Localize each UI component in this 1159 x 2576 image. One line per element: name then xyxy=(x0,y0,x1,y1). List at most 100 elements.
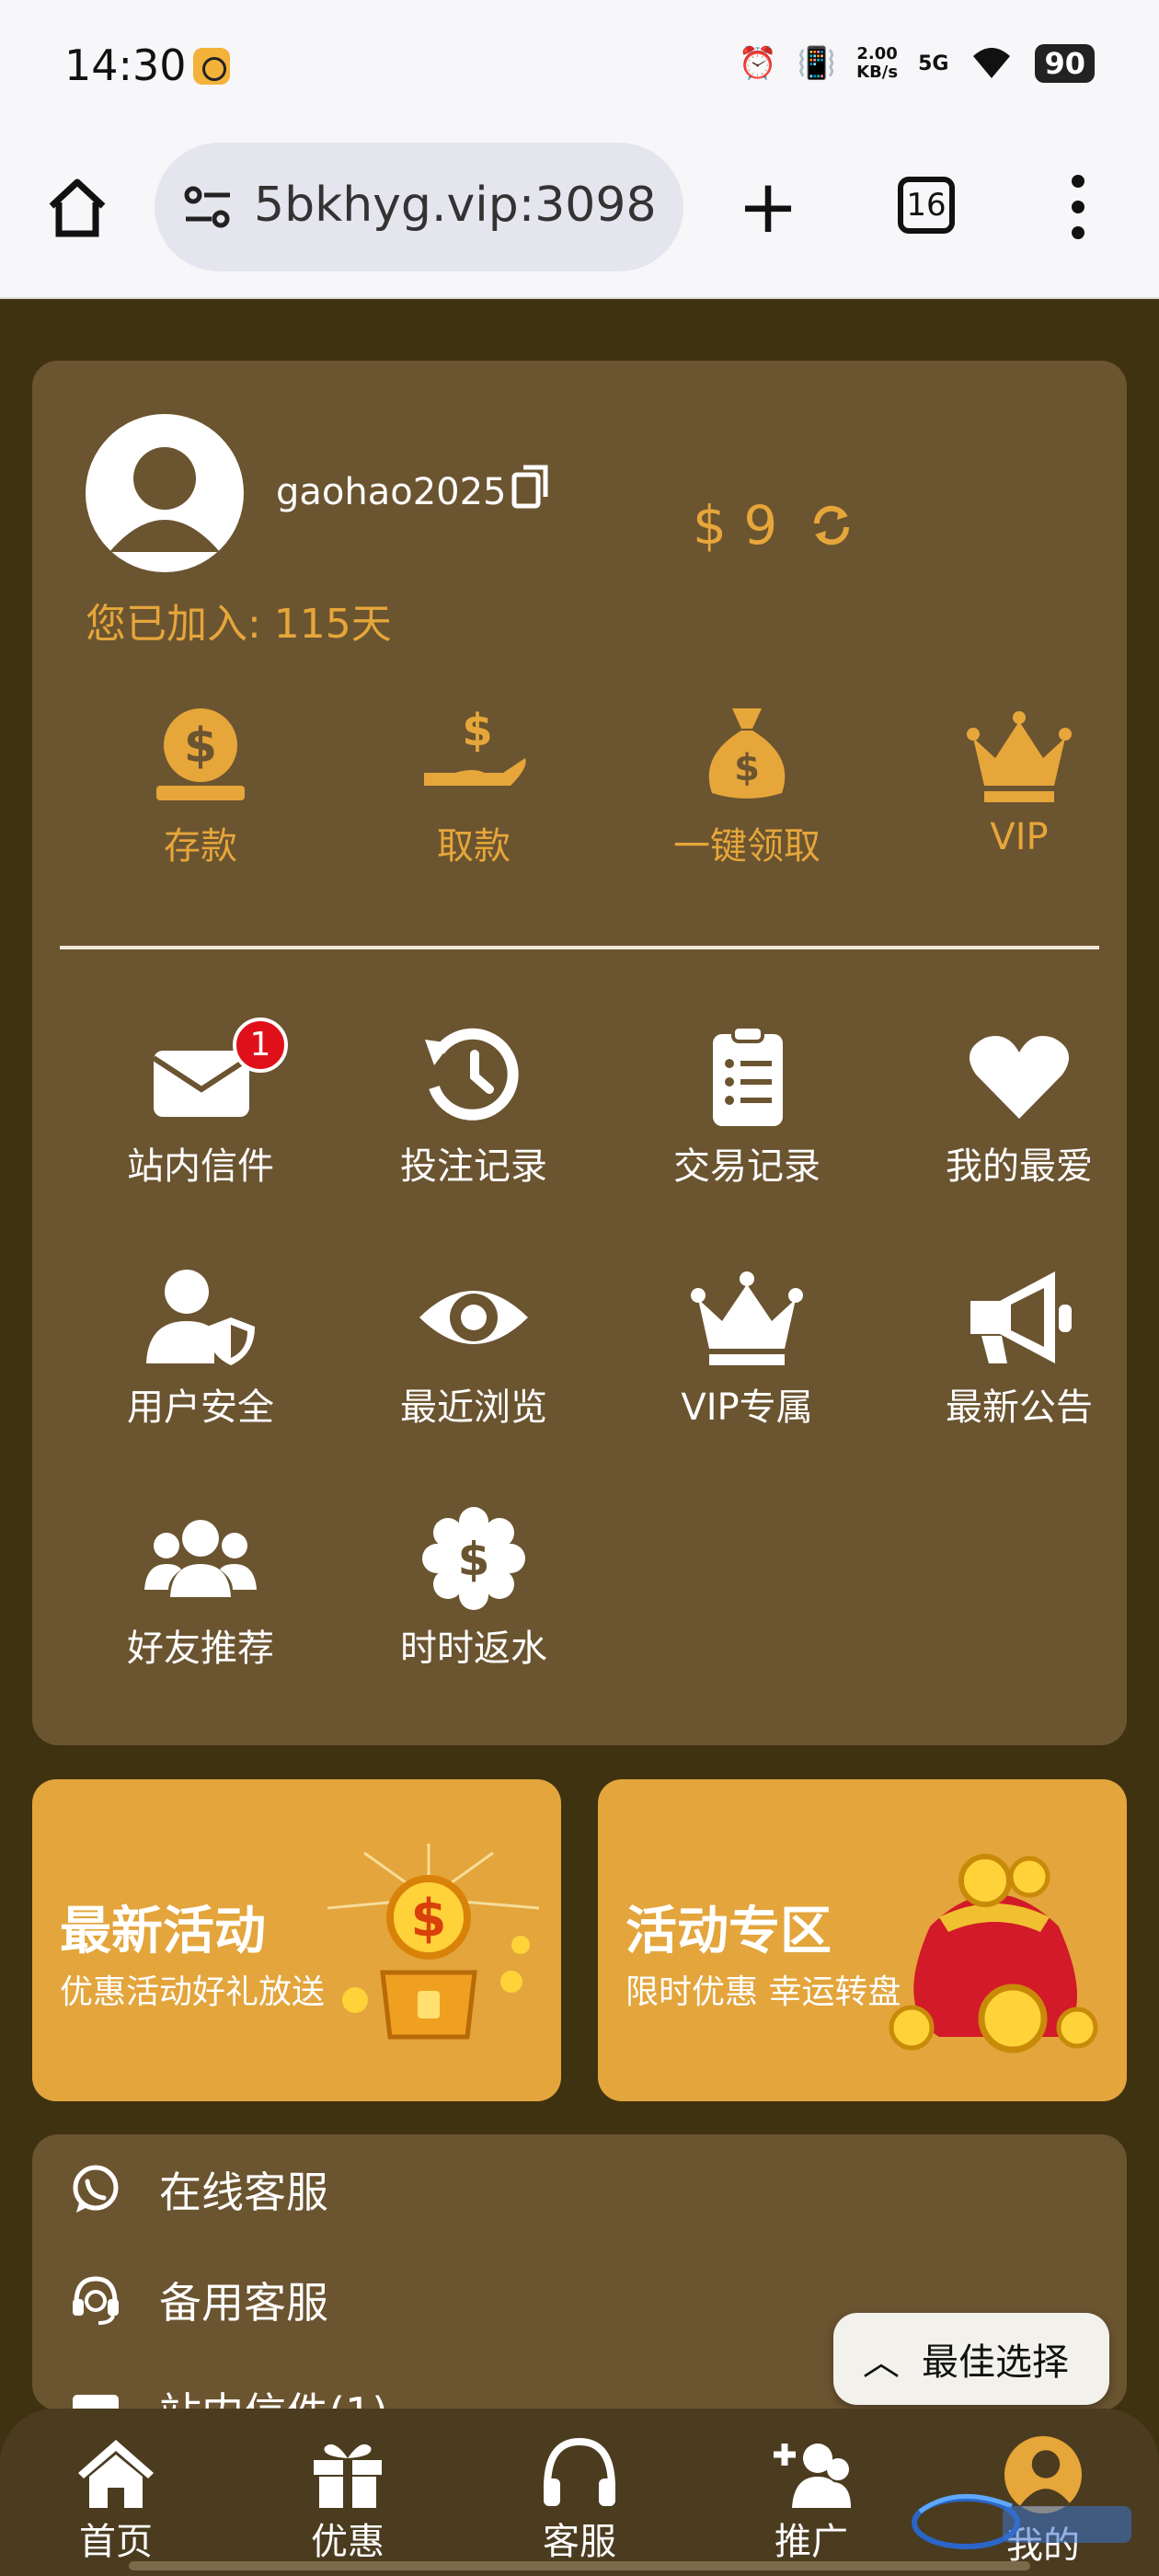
status-bar: 14:30 ⏰ 📳 2.00 KB/s 5G 90 xyxy=(0,0,1159,138)
grid-label: 站内信件 xyxy=(127,1145,274,1188)
tab-switcher-button[interactable]: 16 xyxy=(898,177,955,234)
nav-label: 首页 xyxy=(79,2521,153,2563)
more-menu-icon[interactable] xyxy=(1067,175,1089,239)
grid-item-recent[interactable]: 最近浏览 xyxy=(350,1264,598,1448)
promo-activity-zone[interactable]: 活动专区 限时优惠 幸运转盘 xyxy=(598,1779,1127,2101)
username: gaohao2025 xyxy=(276,471,507,513)
grid-item-announcements[interactable]: 最新公告 xyxy=(895,1264,1143,1448)
service-label: 站内信件(1) xyxy=(159,2380,388,2410)
nav-referral[interactable]: 推广 xyxy=(738,2436,885,2565)
treasure-chest-icon: $ xyxy=(327,1844,540,2040)
gift-icon xyxy=(314,2444,382,2508)
vip-button[interactable]: VIP xyxy=(904,701,1134,867)
url-text: 5bkhyg.vip:30989 xyxy=(254,178,659,233)
backup-support-item[interactable]: 备用客服 xyxy=(69,2263,328,2337)
svg-text:$: $ xyxy=(462,705,492,756)
users-icon xyxy=(144,1520,257,1597)
crown-icon xyxy=(967,711,1072,802)
history-icon xyxy=(425,1028,519,1121)
claim-all-button[interactable]: $ 一键领取 xyxy=(632,701,862,868)
service-label: 在线客服 xyxy=(159,2168,328,2217)
nav-label: 推广 xyxy=(775,2521,848,2563)
nav-support[interactable]: 客服 xyxy=(506,2436,653,2565)
watermark-logo xyxy=(912,2493,1131,2549)
service-label: 备用客服 xyxy=(159,2278,328,2328)
nav-home[interactable]: 首页 xyxy=(42,2436,189,2565)
alarm-icon: ⏰ xyxy=(738,45,777,82)
online-support-item[interactable]: 在线客服 xyxy=(69,2153,328,2226)
profile-card: gaohao2025 $ 9 您已加入: 115天 $ 存款 $ 取款 $ 一键… xyxy=(32,361,1127,1745)
grid-label: 好友推荐 xyxy=(127,1627,274,1670)
address-bar[interactable]: 5bkhyg.vip:30989 xyxy=(155,143,683,271)
lucky-bag-icon xyxy=(889,1854,1098,2053)
grid-label: 投注记录 xyxy=(400,1145,547,1188)
status-icons: ⏰ 📳 2.00 KB/s 5G 90 xyxy=(738,44,1095,83)
clipboard-icon xyxy=(713,1025,783,1126)
site-settings-icon[interactable] xyxy=(182,184,234,230)
divider xyxy=(60,946,1099,949)
chevron-up-icon: ︿ xyxy=(863,2341,900,2384)
money-bag-icon: $ xyxy=(708,708,786,799)
promo-title: 活动专区 xyxy=(625,1902,832,1961)
svg-text:$: $ xyxy=(458,1533,490,1586)
messages-item[interactable]: 站内信件(1) xyxy=(69,2374,388,2410)
grid-item-rebate[interactable]: $ 时时返水 xyxy=(350,1505,598,1689)
best-choice-button[interactable]: ︿ 最佳选择 xyxy=(833,2313,1109,2405)
svg-text:$: $ xyxy=(734,747,760,789)
action-label: 取款 xyxy=(437,825,511,868)
wifi-icon xyxy=(973,48,1011,78)
promo-subtitle: 限时优惠 幸运转盘 xyxy=(625,1973,901,2011)
grid-label: 最近浏览 xyxy=(400,1386,547,1429)
status-time: 14:30 xyxy=(64,40,187,90)
net-speed-value: 2.00 xyxy=(856,44,898,63)
eye-icon xyxy=(419,1291,528,1344)
vibrate-icon: 📳 xyxy=(797,45,837,82)
svg-text:$: $ xyxy=(184,719,217,774)
joined-days: 您已加入: 115天 xyxy=(86,601,392,648)
user-shield-icon xyxy=(146,1270,255,1365)
grid-label: 用户安全 xyxy=(127,1386,274,1429)
best-choice-label: 最佳选择 xyxy=(922,2341,1069,2384)
svg-text:$: $ xyxy=(411,1889,447,1949)
coin-badge-icon: $ xyxy=(422,1507,525,1610)
withdraw-button[interactable]: $ 取款 xyxy=(359,701,589,868)
nav-promotions[interactable]: 优惠 xyxy=(274,2436,421,2565)
grid-label: VIP专属 xyxy=(681,1386,813,1429)
new-tab-button[interactable]: + xyxy=(736,170,800,244)
withdraw-icon: $ xyxy=(424,705,526,786)
battery-indicator: 90 xyxy=(1035,44,1095,83)
browser-toolbar: 5bkhyg.vip:30989 + 16 xyxy=(0,138,1159,299)
refresh-icon[interactable] xyxy=(809,503,854,547)
action-label: 一键领取 xyxy=(673,825,820,868)
user-avatar[interactable] xyxy=(86,414,244,572)
net-speed-unit: KB/s xyxy=(856,63,899,82)
grid-item-transactions[interactable]: 交易记录 xyxy=(623,1023,871,1207)
grid-item-vip-exclusive[interactable]: VIP专属 xyxy=(623,1264,871,1448)
action-label: VIP xyxy=(990,816,1049,858)
deposit-button[interactable]: $ 存款 xyxy=(86,701,316,868)
signal-icon: 5G xyxy=(918,52,949,75)
grid-item-bet-history[interactable]: 投注记录 xyxy=(350,1023,598,1207)
promo-latest-activity[interactable]: 最新活动 优惠活动好礼放送 $ xyxy=(32,1779,561,2101)
grid-label: 时时返水 xyxy=(400,1627,547,1670)
grid-item-messages[interactable]: 1 站内信件 xyxy=(76,1018,325,1207)
quick-actions: $ 存款 $ 取款 $ 一键领取 VIP xyxy=(32,701,1127,868)
grid-label: 我的最爱 xyxy=(946,1145,1093,1188)
copy-icon[interactable] xyxy=(511,464,551,510)
crown-icon xyxy=(691,1271,803,1365)
home-indicator xyxy=(129,2561,1030,2570)
balance: $ 9 xyxy=(693,494,778,557)
avatar-icon xyxy=(109,447,220,552)
promo-title: 最新活动 xyxy=(60,1902,266,1961)
unread-badge: 1 xyxy=(233,1018,288,1073)
action-label: 存款 xyxy=(164,825,237,868)
app-notification-icon xyxy=(193,48,230,85)
grid-item-security[interactable]: 用户安全 xyxy=(76,1264,325,1448)
deposit-icon: $ xyxy=(156,708,245,800)
headset-icon xyxy=(73,2276,119,2325)
user-plus-icon xyxy=(774,2444,851,2508)
home-icon[interactable] xyxy=(44,175,110,241)
net-speed: 2.00 KB/s xyxy=(856,45,898,82)
grid-item-favorites[interactable]: 我的最爱 xyxy=(895,1023,1143,1207)
grid-item-referral[interactable]: 好友推荐 xyxy=(76,1505,325,1689)
